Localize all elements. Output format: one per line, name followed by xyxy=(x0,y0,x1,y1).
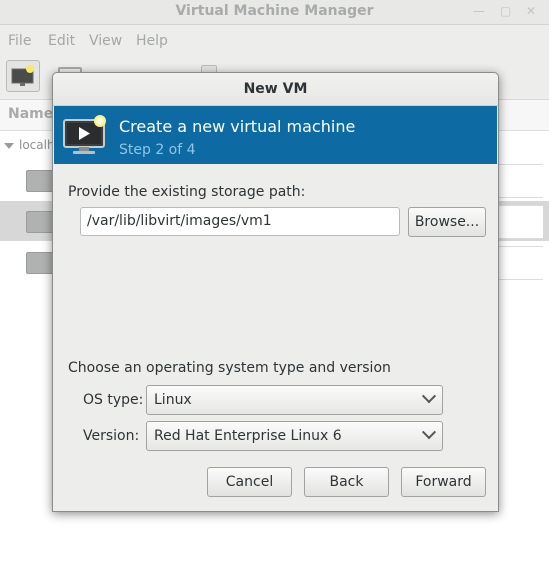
new-vm-icon xyxy=(11,65,34,86)
wizard-banner: Create a new virtual machine Step 2 of 4 xyxy=(54,106,497,164)
storage-path-label: Provide the existing storage path: xyxy=(68,184,306,200)
menu-file[interactable]: File xyxy=(8,33,31,49)
os-type-label: OS type: xyxy=(83,392,144,408)
banner-step: Step 2 of 4 xyxy=(119,142,196,158)
forward-button[interactable]: Forward xyxy=(401,467,486,497)
vm-usage-graph xyxy=(498,164,543,198)
version-label: Version: xyxy=(83,428,140,444)
storage-path-input[interactable]: /var/lib/libvirt/images/vm1 xyxy=(80,207,400,236)
dialog-titlebar[interactable]: New VM xyxy=(53,73,498,106)
expander-icon[interactable] xyxy=(4,142,14,149)
os-section-label: Choose an operating system type and vers… xyxy=(68,360,391,376)
new-vm-button[interactable] xyxy=(6,60,40,92)
cancel-button[interactable]: Cancel xyxy=(207,467,292,497)
browse-button[interactable]: Browse... xyxy=(408,207,486,237)
banner-title: Create a new virtual machine xyxy=(119,117,356,136)
monitor-play-icon xyxy=(63,115,106,154)
back-button[interactable]: Back xyxy=(304,467,389,497)
minimize-icon[interactable]: — xyxy=(473,4,485,18)
version-value: Red Hat Enterprise Linux 6 xyxy=(154,428,342,444)
menu-view[interactable]: View xyxy=(89,33,122,49)
menubar: File Edit View Help xyxy=(0,25,549,57)
close-icon[interactable]: ✕ xyxy=(526,4,536,18)
vm-usage-graph xyxy=(498,205,543,239)
dialog-title: New VM xyxy=(243,81,308,97)
menu-help[interactable]: Help xyxy=(136,33,168,49)
new-vm-dialog: New VM Create a new virtual machine Step… xyxy=(52,72,499,512)
os-type-select[interactable]: Linux xyxy=(146,385,443,415)
host-label: localh xyxy=(19,138,55,152)
menu-edit[interactable]: Edit xyxy=(48,33,75,49)
version-select[interactable]: Red Hat Enterprise Linux 6 xyxy=(146,421,443,451)
main-window-title: Virtual Machine Manager xyxy=(175,3,374,19)
maximize-icon[interactable]: ▢ xyxy=(500,4,511,18)
chevron-down-icon xyxy=(421,425,437,440)
host-row[interactable]: localh xyxy=(4,138,55,152)
main-titlebar: Virtual Machine Manager — ▢ ✕ xyxy=(0,0,549,25)
chevron-down-icon xyxy=(421,389,437,404)
vm-usage-graph xyxy=(498,246,543,280)
column-name-header[interactable]: Name xyxy=(8,106,53,122)
os-type-value: Linux xyxy=(154,392,192,408)
